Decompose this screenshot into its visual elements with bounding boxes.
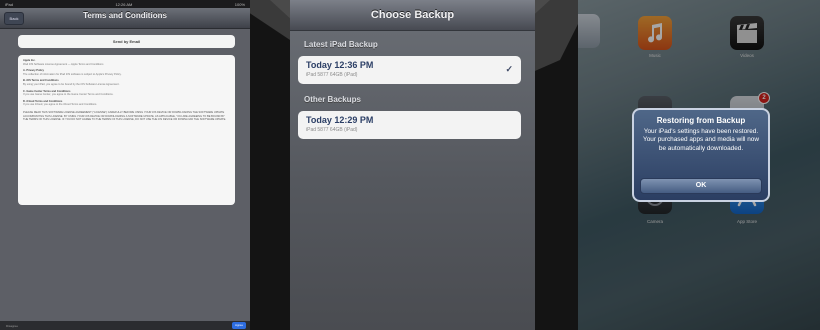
checkmark-icon: ✓ — [505, 64, 513, 74]
backup-time: Today 12:29 PM — [306, 115, 374, 125]
send-by-email-button[interactable]: Send by Email — [18, 35, 235, 48]
alert-title: Restoring from Backup — [656, 116, 746, 125]
backup-time: Today 12:36 PM — [306, 60, 374, 70]
page-title: Terms and Conditions — [83, 11, 167, 20]
license-notice: PLEASE READ THIS SOFTWARE LICENSE AGREEM… — [23, 110, 227, 122]
document-section: D. iCloud Terms and Conditions If you us… — [23, 100, 230, 107]
status-battery: 100% — [234, 1, 245, 7]
backup-device: iPad 5877 64GB (iPad) — [306, 72, 358, 78]
ok-button[interactable]: OK — [640, 178, 762, 194]
navigation-bar: Back Terms and Conditions — [0, 8, 250, 29]
backup-item-other[interactable]: Today 12:29 PM iPad 5877 64GB (iPad) — [298, 111, 521, 139]
section-body: If you use iCloud, you agree to the iClo… — [23, 103, 98, 107]
page-title: Choose Backup — [290, 0, 535, 31]
section-header-latest: Latest iPad Backup — [304, 40, 378, 49]
choose-backup-screen: Choose Backup Latest iPad Backup Today 1… — [290, 0, 535, 330]
alert-message: Your iPad's settings have been restored.… — [643, 128, 759, 152]
restore-screen: Music Videos 2 Camera App Store d Restor… — [578, 0, 820, 330]
status-bar: iPad 12:26 AM 100% — [0, 0, 250, 8]
status-carrier: iPad — [5, 1, 14, 7]
section-body: By using your iPad, you agree to be boun… — [23, 82, 120, 86]
section-title[interactable]: iOS Terms and Conditions — [26, 79, 58, 82]
terms-screen: iPad 12:26 AM 100% Back Terms and Condit… — [0, 0, 250, 330]
section-body: The collection of information for iPad i… — [23, 72, 122, 76]
section-header-other: Other Backups — [304, 95, 361, 104]
section-body: If you use Game Center, you agree to the… — [23, 93, 114, 97]
status-time: 12:26 AM — [115, 1, 133, 7]
disagree-button[interactable]: Disagree — [6, 324, 18, 328]
bottom-toolbar: Disagree Agree — [0, 321, 250, 330]
agree-button[interactable]: Agree — [232, 322, 246, 329]
section-title[interactable]: Privacy Policy — [26, 69, 44, 72]
document-section: C. Game Center Terms and Conditions If y… — [23, 90, 230, 97]
terms-document[interactable]: Apple Inc. iPad iOS Software License Agr… — [18, 55, 235, 205]
restore-alert-dialog: Restoring from Backup Your iPad's settin… — [632, 108, 770, 202]
backup-device: iPad 5877 64GB (iPad) — [306, 127, 358, 133]
document-section: A. Privacy Policy The collection of info… — [23, 69, 230, 76]
document-intro: iPad iOS Software License Agreement — Ap… — [23, 62, 104, 66]
document-section: B. iOS Terms and Conditions By using you… — [23, 79, 230, 86]
backup-item-latest[interactable]: Today 12:36 PM iPad 5877 64GB (iPad) ✓ — [298, 56, 521, 84]
